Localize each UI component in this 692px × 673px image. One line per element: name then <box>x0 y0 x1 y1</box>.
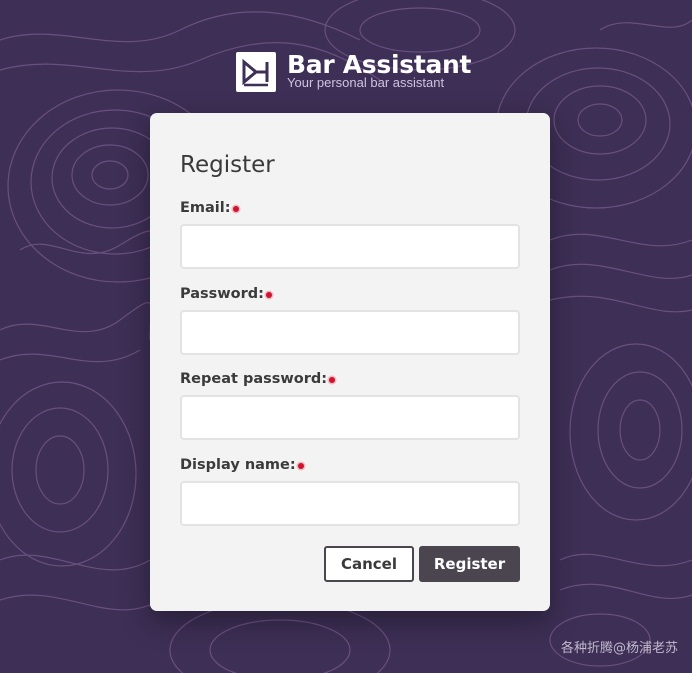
brand-subtitle: Your personal bar assistant <box>287 75 445 90</box>
brand-header: Bar Assistant Your personal bar assistan… <box>236 52 471 92</box>
password-label-text: Password: <box>180 286 264 302</box>
password-field[interactable] <box>180 310 520 355</box>
register-button[interactable]: Register <box>419 546 520 582</box>
cancel-button[interactable]: Cancel <box>324 546 414 582</box>
password-label: Password: <box>180 286 272 302</box>
brand-title: Bar Assistant <box>287 50 472 79</box>
display-name-field[interactable] <box>180 481 520 526</box>
page-title: Register <box>180 152 275 178</box>
repeat-password-label-text: Repeat password: <box>180 371 328 387</box>
register-card: Register Email: Password: Repeat passwor… <box>150 113 550 611</box>
required-indicator <box>232 206 239 212</box>
email-label-text: Email: <box>180 200 231 216</box>
repeat-password-label: Repeat password: <box>180 371 336 387</box>
watermark: 各种折腾@杨浦老苏 <box>560 641 678 656</box>
bar-assistant-logo-icon <box>236 52 276 92</box>
display-name-label-text: Display name: <box>180 457 296 473</box>
required-indicator <box>265 292 272 298</box>
repeat-password-field[interactable] <box>180 395 520 440</box>
required-indicator <box>297 463 304 469</box>
email-label: Email: <box>180 200 239 216</box>
required-indicator <box>329 377 336 383</box>
email-field[interactable] <box>180 224 520 269</box>
display-name-label: Display name: <box>180 457 304 473</box>
